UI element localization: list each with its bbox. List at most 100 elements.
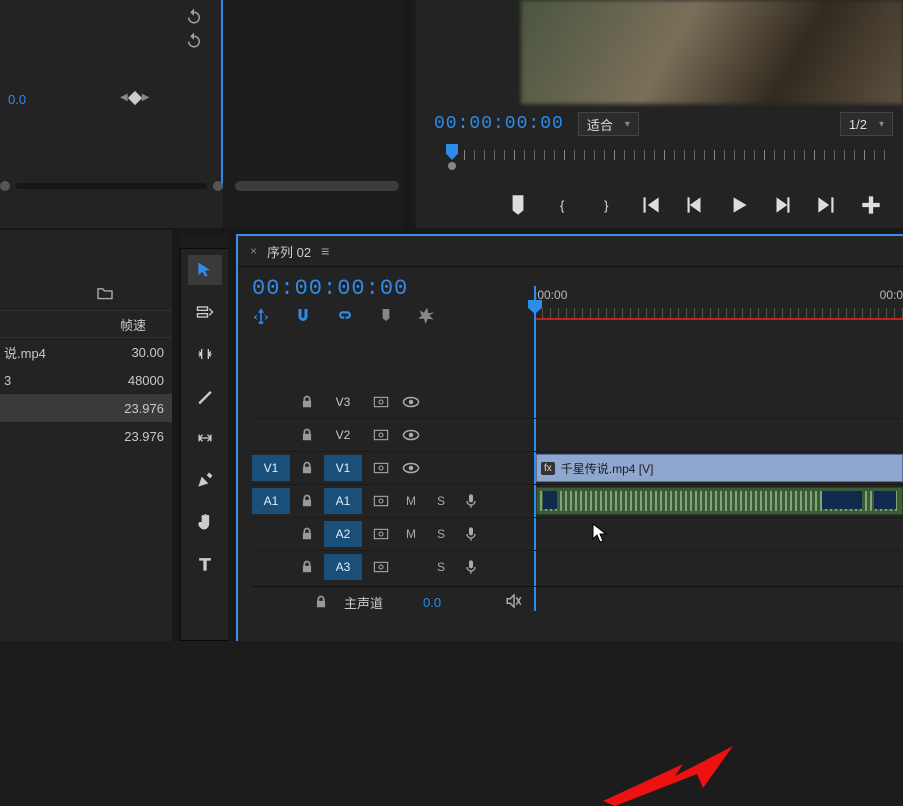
source-patch-v1[interactable]: V1 (252, 455, 290, 481)
playhead-marker-icon[interactable] (446, 144, 458, 160)
program-monitor-panel: 00:00:00:00 适合 ▾ 1/2 ▾ { } (414, 0, 903, 230)
track-a2: A2 M S (252, 517, 903, 550)
track-label-v3[interactable]: V3 (324, 389, 362, 415)
solo-button[interactable]: S (426, 488, 456, 514)
master-output-icon[interactable] (505, 594, 523, 611)
lock-icon[interactable] (308, 589, 334, 615)
track-label-v2[interactable]: V2 (324, 422, 362, 448)
master-label[interactable]: 主声道 (344, 593, 383, 612)
add-marker-icon[interactable] (378, 307, 394, 326)
insert-overwrite-icon[interactable] (252, 306, 270, 327)
step-back-button[interactable] (681, 192, 707, 218)
play-button[interactable] (726, 192, 752, 218)
zoom-fit-label: 适合 (587, 115, 613, 134)
project-row[interactable]: 23.976 (0, 394, 172, 422)
selection-tool[interactable] (188, 255, 222, 285)
track-v1-content[interactable]: fx 千星传说.mp4 [V] (534, 454, 903, 482)
effect-controls-panel: 0.0 ◀ ▶ (0, 0, 225, 230)
sequence-tab[interactable]: 序列 02 (267, 242, 311, 261)
project-row[interactable]: 说.mp430.00 (0, 338, 172, 366)
lock-icon[interactable] (294, 488, 320, 514)
mark-in-button[interactable]: { (549, 192, 575, 218)
sync-lock-icon[interactable] (366, 455, 396, 481)
tab-menu-icon[interactable]: ≡ (321, 243, 329, 259)
track-a1-content[interactable] (534, 487, 903, 515)
chevron-down-icon: ▾ (879, 119, 884, 130)
resolution-dropdown[interactable]: 1/2 ▾ (840, 112, 893, 136)
sync-lock-icon[interactable] (366, 422, 396, 448)
lock-icon[interactable] (294, 554, 320, 580)
column-framerate[interactable]: 帧速 (120, 315, 172, 334)
mute-button[interactable] (396, 554, 426, 580)
folder-icon[interactable] (96, 286, 114, 303)
solo-button[interactable]: S (426, 521, 456, 547)
mute-button[interactable]: M (396, 488, 426, 514)
add-marker-button[interactable] (505, 192, 531, 218)
lock-icon[interactable] (294, 455, 320, 481)
toggle-track-output-icon[interactable] (396, 389, 426, 415)
timeline-timecode[interactable]: 00:00:00:00 (252, 276, 408, 301)
project-list-header[interactable]: 帧速 (0, 311, 172, 338)
reset-icon[interactable] (185, 7, 203, 25)
toggle-track-output-icon[interactable] (396, 422, 426, 448)
track-label-v1[interactable]: V1 (324, 455, 362, 481)
voiceover-icon[interactable] (456, 488, 486, 514)
sync-lock-icon[interactable] (366, 488, 396, 514)
linked-selection-icon[interactable] (336, 306, 354, 327)
chevron-down-icon: ▾ (625, 119, 630, 130)
voiceover-icon[interactable] (456, 554, 486, 580)
slip-tool[interactable] (188, 423, 222, 453)
timeline-ruler[interactable]: :00:00 00:0 (534, 286, 903, 320)
sync-lock-icon[interactable] (366, 554, 396, 580)
track-label-a2[interactable]: A2 (324, 521, 362, 547)
time-indicator-line (536, 318, 903, 320)
lift-button[interactable] (858, 192, 884, 218)
sync-lock-icon[interactable] (366, 521, 396, 547)
voiceover-icon[interactable] (456, 521, 486, 547)
panel-divider[interactable] (403, 0, 413, 228)
type-tool[interactable] (188, 549, 222, 579)
ripple-edit-tool[interactable] (188, 339, 222, 369)
zoom-fit-dropdown[interactable]: 适合 ▾ (578, 112, 639, 136)
audio-clip[interactable] (536, 487, 903, 515)
project-item-name: 说.mp4 (0, 343, 112, 362)
ruler-label: :00:00 (534, 288, 567, 302)
go-to-out-button[interactable] (814, 192, 840, 218)
panel-divider[interactable] (172, 234, 180, 641)
mark-out-button[interactable]: } (593, 192, 619, 218)
razor-tool[interactable] (188, 381, 222, 411)
lock-icon[interactable] (294, 521, 320, 547)
pen-tool[interactable] (188, 465, 222, 495)
program-timecode[interactable]: 00:00:00:00 (434, 114, 564, 134)
go-to-in-button[interactable] (637, 192, 663, 218)
hand-tool[interactable] (188, 507, 222, 537)
step-forward-button[interactable] (770, 192, 796, 218)
source-patch-a1[interactable]: A1 (252, 488, 290, 514)
close-tab-button[interactable]: × (250, 244, 257, 258)
lock-icon[interactable] (294, 422, 320, 448)
track-select-tool[interactable] (188, 297, 222, 327)
timeline-settings-icon[interactable] (418, 306, 436, 327)
lock-icon[interactable] (294, 389, 320, 415)
project-row[interactable]: 348000 (0, 366, 172, 394)
solo-button[interactable]: S (426, 554, 456, 580)
snap-icon[interactable] (294, 306, 312, 327)
program-video-view[interactable] (521, 0, 903, 104)
track-v1: V1 V1 fx 千星传说.mp4 [V] (252, 451, 903, 484)
mute-button[interactable]: M (396, 521, 426, 547)
video-clip[interactable]: fx 千星传说.mp4 [V] (536, 454, 903, 482)
track-label-a3[interactable]: A3 (324, 554, 362, 580)
add-keyframe-icon[interactable] (128, 90, 142, 104)
panel-divider[interactable] (228, 234, 236, 641)
program-time-ruler[interactable] (434, 144, 893, 170)
project-preview-area (0, 230, 172, 311)
toggle-track-output-icon[interactable] (396, 455, 426, 481)
next-keyframe-icon[interactable]: ▶ (142, 92, 150, 103)
master-value[interactable]: 0.0 (423, 595, 441, 610)
track-label-a1[interactable]: A1 (324, 488, 362, 514)
project-row[interactable]: 23.976 (0, 422, 172, 450)
horizontal-scrollbar[interactable] (0, 179, 223, 193)
sync-lock-icon[interactable] (366, 389, 396, 415)
effect-value[interactable]: 0.0 (8, 92, 26, 107)
reset-icon[interactable] (185, 31, 203, 49)
